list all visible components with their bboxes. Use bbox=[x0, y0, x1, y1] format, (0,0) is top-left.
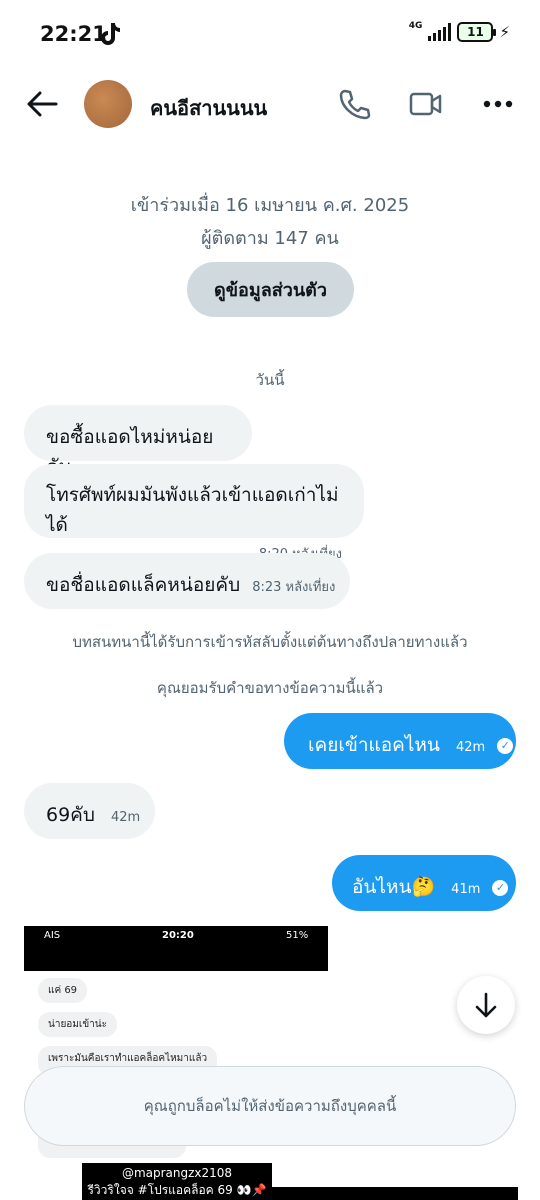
watermark-caption: @maprangzx2108 รีวิวริใจจ #โปรแอคล็อค 69… bbox=[82, 1163, 272, 1200]
message-text: เคยเข้าแอคไหน bbox=[308, 734, 440, 756]
message-bubble-outgoing[interactable]: เคยเข้าแอคไหน 42m ✓ bbox=[284, 713, 516, 769]
message-text: โทรศัพท์ผมมันพังแล้วเข้าแอดเก่าไม่ได้ bbox=[46, 484, 339, 536]
more-dots-icon bbox=[483, 100, 513, 108]
video-call-button[interactable] bbox=[406, 84, 446, 124]
phone-icon bbox=[339, 89, 371, 120]
conversation-header: คนอีสานนนน bbox=[0, 68, 540, 142]
page-title[interactable]: คนอีสานนนน bbox=[150, 92, 267, 124]
image-battery: 51% bbox=[286, 930, 309, 941]
message-text: 69คับ bbox=[46, 804, 95, 826]
image-chat-bubble: น่ายอมเข้าน่ะ bbox=[38, 1012, 117, 1037]
image-time: 20:20 bbox=[162, 930, 194, 941]
request-accepted-notice: คุณยอมรับคำขอทางข้อความนี้แล้ว bbox=[156, 679, 384, 697]
call-button[interactable] bbox=[334, 84, 374, 124]
message-text: อันไหน🤔 bbox=[352, 876, 436, 898]
battery-level: 11 bbox=[467, 25, 484, 39]
watermark-text: รีวิวริใจจ #โปรแอคล็อค 69 👀📌 bbox=[87, 1183, 267, 1197]
arrow-down-icon bbox=[475, 992, 497, 1018]
message-bubble-incoming[interactable]: ขอซื้อแอดไหม่หน่อยคับ bbox=[24, 405, 252, 478]
image-chat-bubble: แค่ 69 bbox=[38, 978, 88, 1003]
message-time: 8:23 หลังเที่ยง bbox=[252, 580, 336, 595]
message-time: 42m bbox=[111, 810, 141, 825]
message-bubble-outgoing[interactable]: อันไหน🤔 41m ✓ bbox=[332, 855, 516, 911]
image-status-bar: AIS 20:20 51% bbox=[24, 926, 328, 971]
message-bubble-incoming[interactable]: ขอชื่อแอดแล็คหน่อยคับ 8:23 หลังเที่ยง bbox=[24, 553, 350, 609]
status-indicators: 4G 11 ⚡ bbox=[408, 20, 510, 42]
image-carrier: AIS bbox=[44, 930, 61, 941]
status-bar: 22:21 4G 11 ⚡ bbox=[0, 0, 540, 68]
tiktok-icon bbox=[101, 23, 120, 45]
message-bubble-incoming[interactable]: 69คับ 42m bbox=[24, 783, 155, 839]
signal-icon bbox=[428, 23, 452, 41]
message-text: ขอชื่อแอดแล็คหน่อยคับ bbox=[46, 574, 241, 596]
message-time: 42m bbox=[455, 740, 486, 755]
message-bubble-incoming[interactable]: โทรศัพท์ผมมันพังแล้วเข้าแอดเก่าไม่ได้ 8:… bbox=[24, 464, 364, 562]
blocked-notice: คุณถูกบล็อคไม่ให้ส่งข้อความถึงบุคคลนี้ bbox=[24, 1066, 516, 1146]
status-time: 22:21 bbox=[40, 22, 107, 46]
view-profile-button[interactable]: ดูข้อมูลส่วนตัว bbox=[187, 262, 354, 317]
more-options-button[interactable] bbox=[478, 84, 518, 124]
encryption-notice: บทสนทนานี้ได้รับการเข้ารหัสลับตั้งแต่ต้น… bbox=[72, 633, 468, 651]
sent-check-icon: ✓ bbox=[492, 879, 509, 896]
date-separator: วันนี้ bbox=[255, 371, 285, 389]
avatar[interactable] bbox=[84, 80, 132, 128]
message-time: 41m bbox=[451, 882, 481, 897]
watermark-bar bbox=[272, 1187, 518, 1200]
image-message[interactable]: AIS 20:20 51% แค่ 69 น่ายอมเข้าน่ะ เพราะ… bbox=[24, 926, 328, 1200]
joined-date: เข้าร่วมเมื่อ 16 เมษายน ค.ศ. 2025 bbox=[130, 195, 410, 216]
battery-icon: 11 bbox=[457, 22, 497, 42]
watermark-handle: @maprangzx2108 bbox=[121, 1166, 233, 1180]
network-type: 4G bbox=[408, 20, 423, 31]
video-camera-icon bbox=[409, 92, 442, 116]
follower-count: ผู้ติดตาม 147 คน bbox=[201, 228, 339, 249]
back-arrow-icon[interactable] bbox=[22, 86, 62, 122]
scroll-to-bottom-button[interactable] bbox=[457, 976, 515, 1034]
charging-icon: ⚡ bbox=[499, 23, 510, 41]
sent-check-icon: ✓ bbox=[497, 737, 514, 754]
